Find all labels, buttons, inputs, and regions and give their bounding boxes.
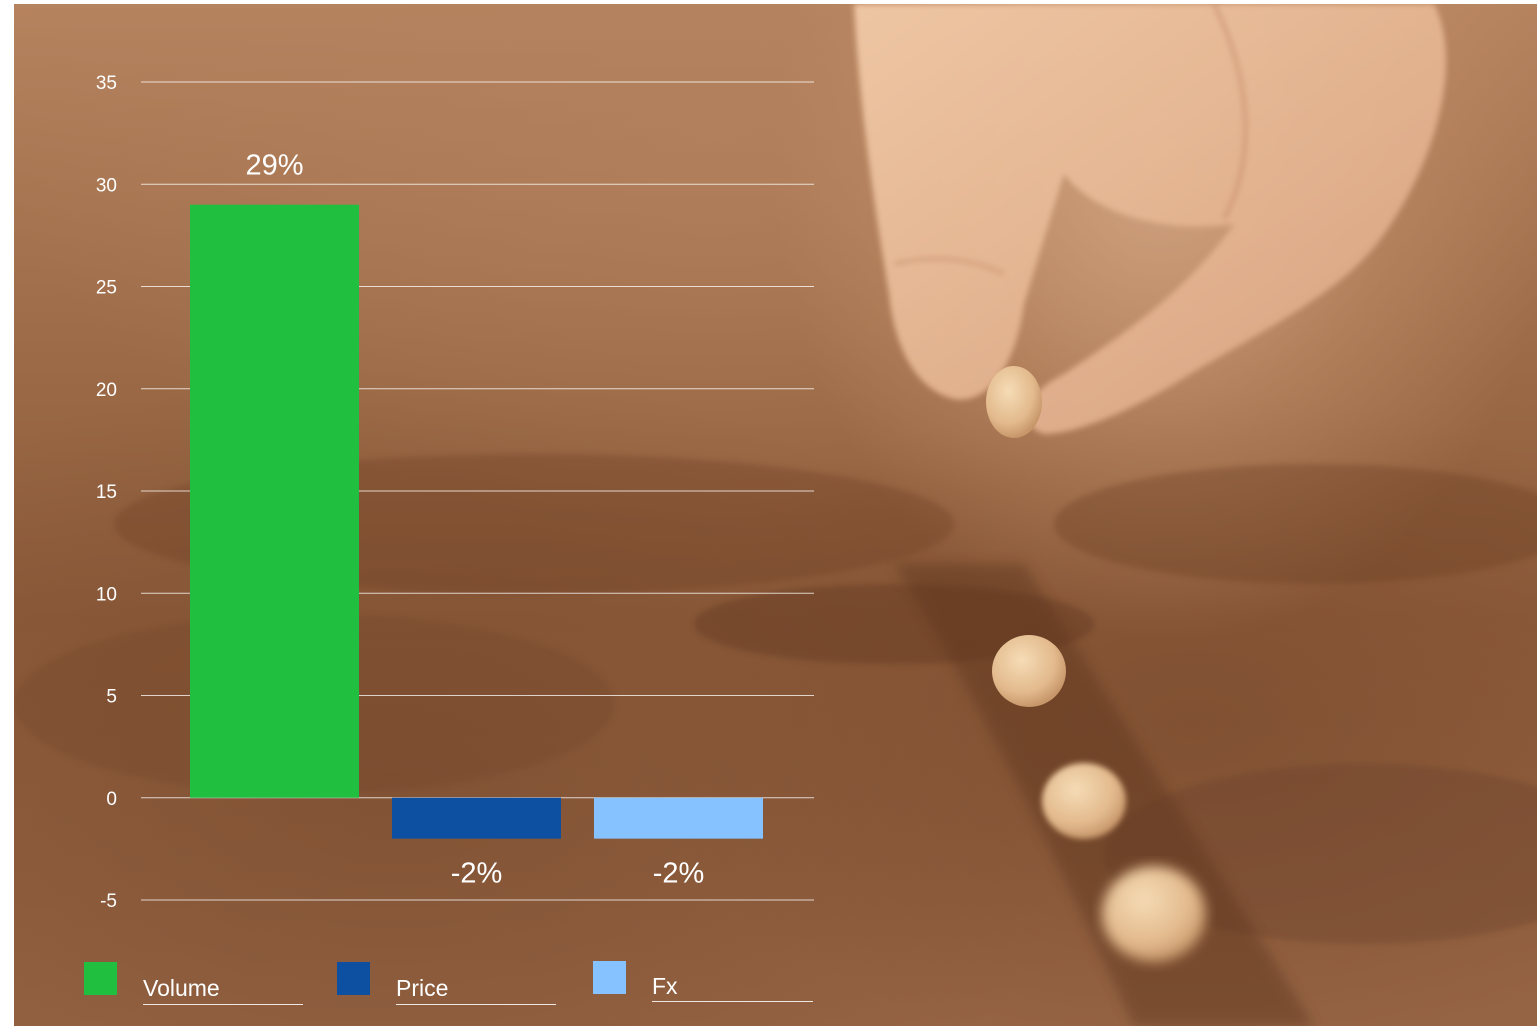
legend-label-fx: Fx (652, 973, 678, 999)
bar-volume (190, 204, 359, 798)
y-tick-label: 15 (96, 482, 117, 503)
bar-fx (594, 797, 763, 839)
data-label-fx: -2% (653, 858, 705, 890)
y-tick-label: 25 (96, 278, 117, 299)
data-label-price: -2% (451, 858, 503, 890)
y-tick-label: 5 (106, 687, 117, 708)
legend-underline (143, 1004, 303, 1005)
legend-label-price: Price (396, 975, 449, 1001)
y-tick-label: 30 (96, 175, 117, 196)
legend-swatch-price (337, 962, 370, 995)
legend-item-volume: Volume (84, 962, 314, 1006)
legend-swatch-fx (593, 961, 626, 994)
y-tick-label: 20 (96, 380, 117, 401)
legend-swatch-volume (84, 962, 117, 995)
y-tick-label: 0 (106, 789, 117, 810)
data-label-volume: 29% (245, 150, 303, 182)
legend-label-volume: Volume (143, 975, 220, 1001)
bar-price (392, 797, 561, 839)
legend-item-price: Price (337, 962, 567, 1006)
y-tick-label: -5 (100, 891, 117, 912)
y-tick-label: 10 (96, 584, 117, 605)
legend-item-fx: Fx (593, 961, 823, 1005)
legend-underline (652, 1001, 813, 1002)
legend-underline (396, 1004, 556, 1005)
bar-chart: 35 30 25 20 15 10 5 0 -5 29% -2% -2% (96, 73, 814, 912)
y-tick-label: 35 (96, 73, 117, 94)
